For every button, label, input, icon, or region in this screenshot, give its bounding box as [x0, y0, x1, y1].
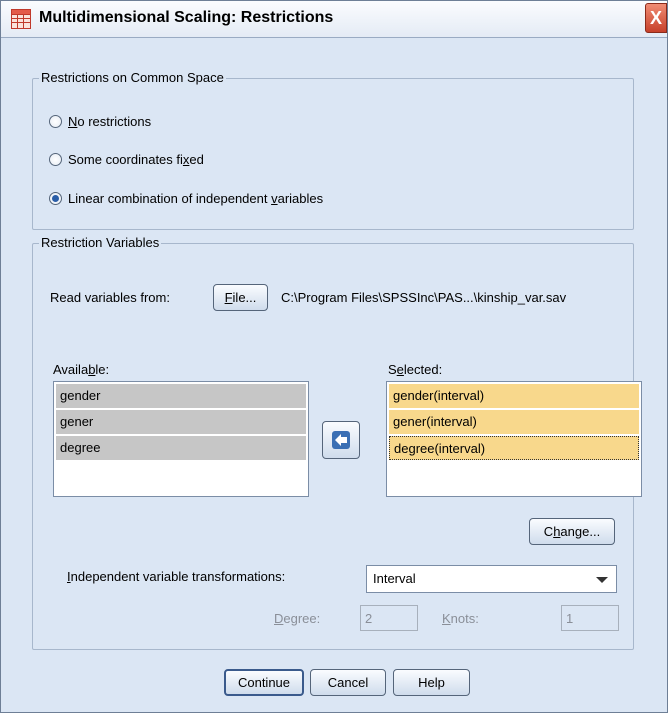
restriction-variables-group: Restriction Variables Read variables fro…: [32, 235, 642, 650]
selected-item-degree[interactable]: degree(interval): [389, 436, 639, 460]
title-bar: Multidimensional Scaling: Restrictions X: [1, 1, 667, 38]
spss-grid-icon: [11, 9, 31, 29]
knots-label: Knots:: [442, 611, 479, 626]
radio-label: No restrictions: [68, 114, 152, 129]
file-path: C:\Program Files\SPSSInc\PAS...\kinship_…: [281, 290, 567, 305]
radio-no-restrictions[interactable]: No restrictions: [49, 114, 151, 129]
available-label: Available:: [53, 362, 110, 377]
selected-item-gener[interactable]: gener(interval): [389, 410, 639, 434]
close-icon: X: [649, 8, 662, 28]
available-item-gener[interactable]: gener: [56, 410, 306, 434]
available-list[interactable]: gender gener degree: [53, 381, 309, 497]
move-left-button[interactable]: [322, 421, 360, 459]
close-button[interactable]: X: [645, 3, 667, 33]
radio-label: Linear combination of independent variab…: [68, 191, 324, 206]
common-space-legend: Restrictions on Common Space: [39, 70, 226, 85]
radio-button-selected[interactable]: [49, 192, 62, 205]
transformations-dropdown[interactable]: Interval: [366, 565, 617, 593]
radio-linear-combination[interactable]: Linear combination of independent variab…: [49, 191, 323, 206]
change-button[interactable]: Change...: [529, 518, 615, 545]
read-variables-label: Read variables from:: [50, 290, 170, 305]
radio-button[interactable]: [49, 153, 62, 166]
restrictions-dialog: Multidimensional Scaling: Restrictions X…: [0, 0, 668, 713]
radio-label: Some coordinates fixed: [68, 152, 204, 167]
selected-item-gender[interactable]: gender(interval): [389, 384, 639, 408]
degree-field[interactable]: 2: [360, 605, 418, 631]
radio-button[interactable]: [49, 115, 62, 128]
arrow-left-icon: [332, 431, 350, 449]
dialog-title: Multidimensional Scaling: Restrictions: [39, 9, 334, 26]
selected-list[interactable]: gender(interval) gener(interval) degree(…: [386, 381, 642, 497]
file-button[interactable]: File...: [213, 284, 268, 311]
knots-field[interactable]: 1: [561, 605, 619, 631]
transformations-label: Independent variable transformations:: [67, 569, 286, 584]
continue-button[interactable]: Continue: [224, 669, 304, 696]
available-item-gender[interactable]: gender: [56, 384, 306, 408]
radio-some-fixed[interactable]: Some coordinates fixed: [49, 152, 204, 167]
available-item-degree[interactable]: degree: [56, 436, 306, 460]
selected-label: Selected:: [388, 362, 443, 377]
help-button[interactable]: Help: [393, 669, 470, 696]
chevron-down-icon: [596, 577, 608, 583]
common-space-group: Restrictions on Common Space No restrict…: [32, 70, 634, 230]
restriction-variables-legend: Restriction Variables: [39, 235, 162, 250]
degree-label: Degree:: [274, 611, 321, 626]
cancel-button[interactable]: Cancel: [310, 669, 386, 696]
transformations-value: Interval: [373, 571, 416, 586]
